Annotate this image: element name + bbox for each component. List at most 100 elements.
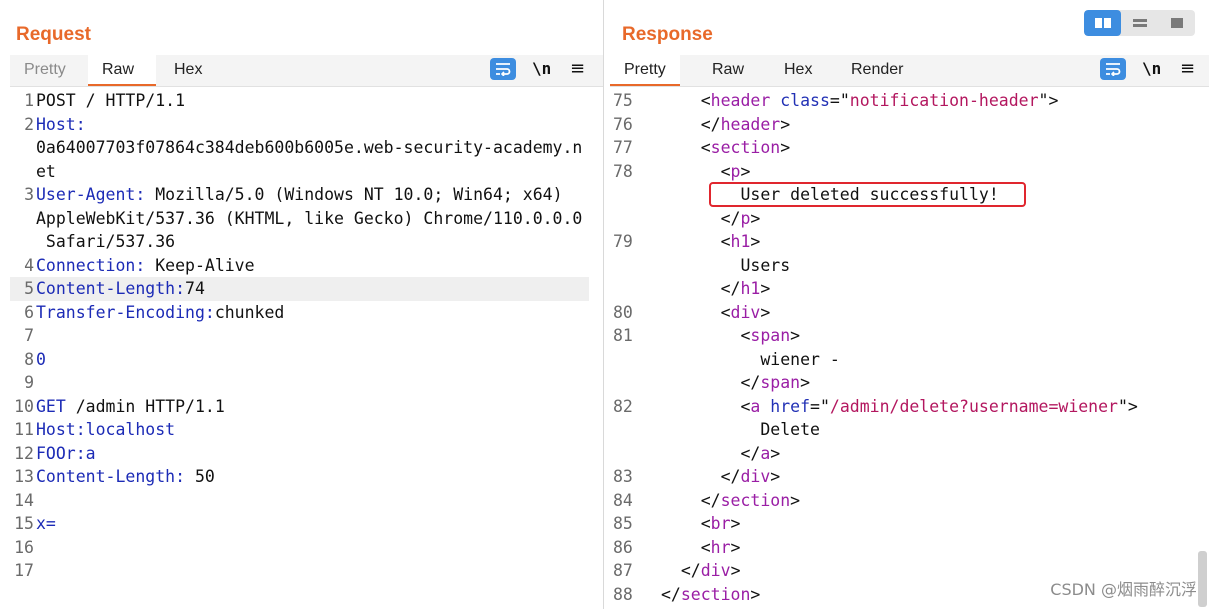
response-line-text: </section> bbox=[661, 584, 761, 604]
split-view-icon[interactable] bbox=[1084, 10, 1121, 36]
response-code-line: wiener - bbox=[615, 348, 1195, 372]
response-code-line: 86 <hr> bbox=[613, 536, 1195, 560]
request-line-number: 9 bbox=[24, 373, 34, 392]
response-code-line: Users bbox=[615, 254, 1195, 278]
response-line-text: </a> bbox=[661, 443, 781, 463]
response-line-text: <span> bbox=[661, 326, 801, 345]
request-line-number: 5 bbox=[24, 279, 34, 298]
request-line-text: x= bbox=[36, 514, 56, 533]
request-line-text: 0a64007703f07864c384deb600b6005e.web-sec… bbox=[36, 138, 583, 157]
response-code-line: </p> bbox=[615, 207, 1195, 231]
response-line-number: 83 bbox=[613, 467, 633, 486]
wrap-lines-icon[interactable] bbox=[1100, 58, 1126, 80]
single-view-icon[interactable] bbox=[1158, 10, 1195, 36]
stacked-view-icon[interactable] bbox=[1121, 10, 1158, 36]
request-code-line: 17 bbox=[10, 559, 589, 583]
response-line-number: 88 bbox=[613, 584, 633, 604]
wrap-lines-icon[interactable] bbox=[490, 58, 516, 80]
request-line-number: 2 bbox=[24, 114, 34, 134]
request-line-number: 6 bbox=[24, 302, 34, 322]
request-line-text: Host: bbox=[36, 114, 86, 134]
highlight-annotation-box bbox=[709, 182, 1026, 207]
request-code-line: 3 User-Agent: Mozilla/5.0 (Windows NT 10.… bbox=[10, 183, 589, 207]
request-code-line: 6 Transfer-Encoding:chunked bbox=[10, 301, 589, 325]
request-code-line: 15 x= bbox=[10, 512, 589, 536]
request-code-line: AppleWebKit/537.36 (KHTML, like Gecko) C… bbox=[10, 207, 589, 231]
request-line-number: 4 bbox=[24, 255, 34, 275]
request-line-text: POST / HTTP/1.1 bbox=[36, 91, 186, 110]
vertical-scrollbar[interactable] bbox=[1198, 551, 1207, 607]
request-line-number: 14 bbox=[14, 490, 34, 510]
request-line-text: Connection: Keep-Alive bbox=[36, 255, 255, 275]
request-editor[interactable]: 1 POST / HTTP/1.1 2 Host: 0a64007703f07864c3… bbox=[10, 89, 603, 609]
request-line-number: 10 bbox=[14, 396, 34, 416]
response-line-text: </span> bbox=[661, 373, 811, 392]
response-code-line: 82 <a href="/admin/delete?username=wiene… bbox=[613, 395, 1195, 419]
response-line-text: <br> bbox=[661, 514, 741, 533]
request-code-line: 16 bbox=[10, 536, 589, 560]
response-code-line: </a> bbox=[615, 442, 1195, 466]
newline-toggle-button[interactable]: \n bbox=[532, 58, 551, 82]
response-line-number: 87 bbox=[613, 561, 633, 580]
response-line-number: 81 bbox=[613, 326, 633, 345]
request-line-number: 3 bbox=[24, 185, 34, 204]
response-title: Response bbox=[622, 24, 713, 45]
request-line-number: 1 bbox=[24, 91, 34, 110]
request-code-line: 13 Content-Length: 50 bbox=[10, 465, 589, 489]
request-line-text: GET /admin HTTP/1.1 bbox=[36, 396, 225, 416]
response-line-number: 77 bbox=[613, 138, 633, 157]
request-code-line: 0a64007703f07864c384deb600b6005e.web-sec… bbox=[10, 136, 589, 160]
request-tab-hex[interactable]: Hex bbox=[160, 55, 216, 86]
request-tab-raw[interactable]: Raw bbox=[88, 55, 156, 86]
response-line-text: <section> bbox=[661, 138, 791, 157]
watermark-text: CSDN @烟雨醉沉浮 bbox=[1050, 580, 1197, 599]
response-line-number: 80 bbox=[613, 302, 633, 322]
response-menu-icon[interactable]: ≡ bbox=[1180, 58, 1195, 82]
request-line-number: 15 bbox=[14, 514, 34, 533]
request-pane: Request Pretty Raw Hex \n ≡ 1 POST / HTTP… bbox=[0, 0, 604, 609]
request-line-text: Safari/537.36 bbox=[36, 232, 176, 251]
newline-toggle-button[interactable]: \n bbox=[1142, 58, 1161, 82]
request-line-text: User-Agent: Mozilla/5.0 (Windows NT 10.0… bbox=[36, 185, 563, 204]
response-code-line: 85 <br> bbox=[613, 512, 1195, 536]
request-code-line: 2 Host: bbox=[10, 113, 589, 137]
response-code-line: 84 </section> bbox=[613, 489, 1195, 513]
request-code-line: 80 bbox=[10, 348, 589, 372]
request-line-number: 11 bbox=[14, 420, 34, 439]
response-line-text: <header class="notification-header"> bbox=[661, 91, 1059, 110]
response-line-number: 78 bbox=[613, 161, 633, 181]
response-code-line: 76 </header> bbox=[613, 113, 1195, 137]
response-line-text: </div> bbox=[661, 467, 781, 486]
request-title: Request bbox=[16, 24, 91, 45]
response-code-line: 78 <p> bbox=[613, 160, 1195, 184]
response-tab-render[interactable]: Render bbox=[837, 55, 917, 86]
request-line-text: 0 bbox=[36, 349, 46, 369]
response-tab-hex[interactable]: Hex bbox=[770, 55, 826, 86]
request-line-text: Host:localhost bbox=[36, 420, 176, 439]
request-code-line: 9 bbox=[10, 371, 589, 395]
request-code-line: 5 Content-Length:74 bbox=[10, 277, 589, 301]
response-line-number: 76 bbox=[613, 114, 633, 134]
request-line-text: Content-Length:74 bbox=[36, 279, 205, 298]
response-code-line: 81 <span> bbox=[613, 324, 1195, 348]
request-tab-pretty[interactable]: Pretty bbox=[10, 55, 80, 86]
request-code-line: 14 bbox=[10, 489, 589, 513]
response-line-text: <a href="/admin/delete?username=wiener"> bbox=[661, 396, 1138, 416]
request-code-line: et bbox=[10, 160, 589, 184]
layout-toggle bbox=[1084, 10, 1195, 36]
request-menu-icon[interactable]: ≡ bbox=[570, 58, 585, 82]
request-line-number: 8 bbox=[24, 349, 34, 369]
request-line-text: et bbox=[36, 161, 56, 181]
response-line-number: 82 bbox=[613, 396, 633, 416]
response-code-line: 75 <header class="notification-header"> bbox=[613, 89, 1195, 113]
response-line-text: </div> bbox=[661, 561, 741, 580]
request-line-number: 13 bbox=[14, 467, 34, 486]
response-code-line: 83 </div> bbox=[613, 465, 1195, 489]
request-line-text: FOOr:a bbox=[36, 443, 96, 463]
response-code-line: Delete bbox=[615, 418, 1195, 442]
response-editor[interactable]: 75 <header class="notification-header"> 7… bbox=[613, 89, 1209, 609]
response-code-line: 77 <section> bbox=[613, 136, 1195, 160]
response-tab-pretty[interactable]: Pretty bbox=[610, 55, 680, 86]
response-tab-raw[interactable]: Raw bbox=[698, 55, 758, 86]
response-line-number: 75 bbox=[613, 91, 633, 110]
